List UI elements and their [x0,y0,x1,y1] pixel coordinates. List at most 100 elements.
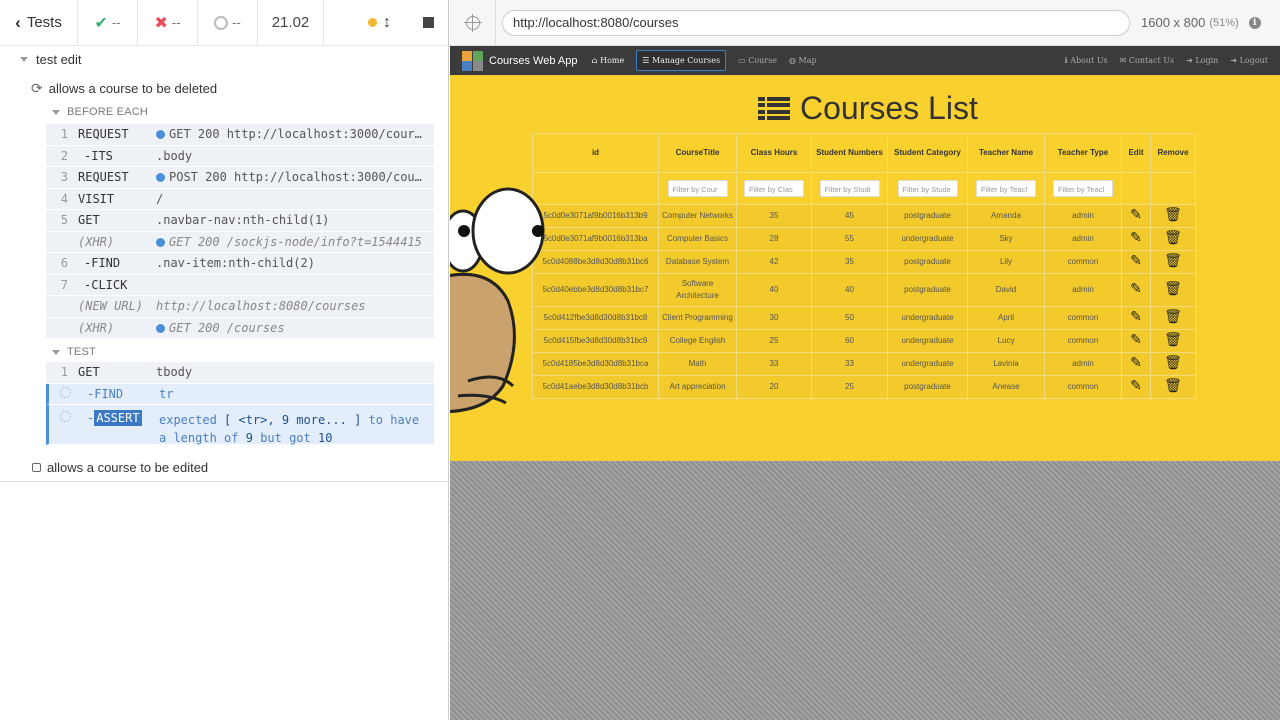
command-row[interactable]: 3 REQUEST POST 200 http://localhost:3000/c… [46,167,434,189]
trash-icon[interactable]: 🗑 [1164,333,1182,347]
table-cell: undergraduate [887,329,968,353]
table-cell: admin [1044,227,1122,251]
col-student-numbers[interactable]: Student Numbers [811,133,888,173]
edit-icon[interactable]: ✎ [1130,379,1142,393]
table-cell: admin [1044,204,1122,228]
command-row[interactable]: (NEW URL) http://localhost:8080/courses [46,296,434,318]
edit-icon[interactable]: ✎ [1130,333,1142,347]
col-remove: Remove [1150,133,1196,173]
table-cell: 25 [736,329,812,353]
filter-cell-empty [532,172,659,205]
filter-class-hours-input[interactable]: Filter by Clas [744,180,804,197]
command-row[interactable]: 2 -ITS .body [46,146,434,167]
command-message: tbody [156,365,193,380]
nav-logout[interactable]: ➜ Logout [1230,56,1268,65]
selector-playground-button[interactable] [450,0,496,46]
remove-cell: 🗑 [1150,352,1196,376]
filter-student-category-input[interactable]: Filter by Stude [897,180,958,197]
edit-cell: ✎ [1121,306,1151,330]
filter-student-numbers-input[interactable]: Filter by Studi [819,180,880,197]
xhr-dot-icon [156,130,165,140]
url-field[interactable]: http://localhost:8080/courses [502,9,1130,36]
col-class-hours[interactable]: Class Hours [736,133,812,173]
assert-row[interactable]: - ASSERT expected [ <tr>, 9 more... ] to … [46,405,434,445]
app-brand[interactable]: Courses Web App [489,55,577,67]
command-number: 2 [60,148,68,163]
nav-login-label: Login [1195,56,1219,65]
command-name: GET [78,213,100,228]
edit-icon[interactable]: ✎ [1130,356,1142,370]
trash-icon[interactable]: 🗑 [1164,356,1182,370]
command-message: POST 200 http://localhost:3000/courses [156,170,434,184]
filter-teacher-name-input[interactable]: Filter by Teacl [976,180,1036,197]
nav-login[interactable]: ➜ Login [1186,56,1218,65]
nav-map[interactable]: ◍ Map [789,56,817,65]
filter-cell: Filter by Stude [887,172,968,205]
edit-icon[interactable]: ✎ [1130,231,1142,245]
nav-about-label: About Us [1070,56,1108,65]
nav-course[interactable]: ▭ Course [738,56,777,65]
command-row[interactable]: (XHR) GET 200 /sockjs-node/info?t=1544415 [46,232,434,253]
table-header-row: id CourseTitle Class Hours Student Numbe… [532,133,1196,173]
list-icon: ☰ [642,56,650,65]
tests-button[interactable]: ‹ Tests [0,0,78,45]
col-teacher-name[interactable]: Teacher Name [967,133,1045,173]
passed-value: -- [111,15,121,30]
stop-button[interactable] [423,17,434,28]
command-row[interactable]: 7 -CLICK [46,275,434,296]
app-iframe: Courses Web App ⌂ Home ☰ Manage Courses … [450,46,1280,461]
filter-teacher-type-input[interactable]: Filter by Teacl [1053,180,1113,197]
home-icon: ⌂ [591,56,598,65]
assert-message: expected [ <tr>, 9 more... ] to have a l… [159,411,434,447]
trash-icon[interactable]: 🗑 [1164,231,1182,245]
command-row[interactable]: 6 -FIND .nav-item:nth-child(2) [46,253,434,275]
test-section-header[interactable]: TEST [52,346,96,358]
nav-contact[interactable]: ✉ Contact Us [1120,56,1174,65]
edit-icon[interactable]: ✎ [1130,208,1142,222]
trash-icon[interactable]: 🗑 [1164,379,1182,393]
col-course-title[interactable]: CourseTitle [658,133,737,173]
command-row[interactable]: (XHR) GET 200 /courses [46,318,434,339]
command-row[interactable]: 5 GET .navbar-nav:nth-child(1) [46,210,434,232]
table-cell: 42 [736,250,812,274]
filter-cell: Filter by Studi [811,172,888,205]
test-title-row[interactable]: ⟳ allows a course to be deleted [31,80,217,97]
table-cell: Client Programming [658,306,737,330]
suite-title-row[interactable]: test edit [20,52,82,67]
before-each-header[interactable]: BEFORE EACH [52,106,148,118]
info-icon[interactable]: i [1248,16,1261,29]
trash-icon[interactable]: 🗑 [1164,254,1182,268]
command-row[interactable]: 1 GET tbody [46,362,434,384]
nav-manage-courses[interactable]: ☰ Manage Courses [636,50,727,71]
command-row[interactable]: 4 VISIT / [46,189,434,210]
command-row[interactable]: 1 REQUEST GET 200 http://localhost:3000/co… [46,124,434,146]
edit-icon[interactable]: ✎ [1130,282,1142,296]
command-message: GET 200 /sockjs-node/info?t=1544415 [156,235,434,249]
nav-home-label: Home [600,56,625,65]
command-number: 5 [60,213,68,228]
pending-test-row[interactable]: allows a course to be edited [32,460,208,475]
nav-about[interactable]: ℹ About Us [1065,56,1108,65]
command-message-text: / [156,191,164,206]
auto-scroll-icon[interactable]: ↕ [383,14,391,32]
assert-expected-length: 9 [245,431,253,445]
table-cell: postgraduate [887,250,968,274]
table-cell: common [1044,306,1122,330]
trash-icon[interactable]: 🗑 [1164,282,1182,296]
edit-icon[interactable]: ✎ [1130,310,1142,324]
trash-icon[interactable]: 🗑 [1164,310,1182,324]
nav-home[interactable]: ⌂ Home [591,56,624,65]
courses-table: id CourseTitle Class Hours Student Numbe… [532,133,1196,399]
command-number: 6 [60,256,68,271]
filter-cell: Filter by Teacl [967,172,1045,205]
edit-icon[interactable]: ✎ [1130,254,1142,268]
col-student-category[interactable]: Student Category [887,133,968,173]
command-row[interactable]: -FIND tr [46,383,434,405]
edit-cell: ✎ [1121,329,1151,353]
col-id[interactable]: id [532,133,659,173]
table-cell: College English [658,329,737,353]
pending-test-title: allows a course to be edited [47,460,209,475]
filter-course-title-input[interactable]: Filter by Cour [667,180,728,197]
trash-icon[interactable]: 🗑 [1164,208,1182,222]
col-teacher-type[interactable]: Teacher Type [1044,133,1122,173]
